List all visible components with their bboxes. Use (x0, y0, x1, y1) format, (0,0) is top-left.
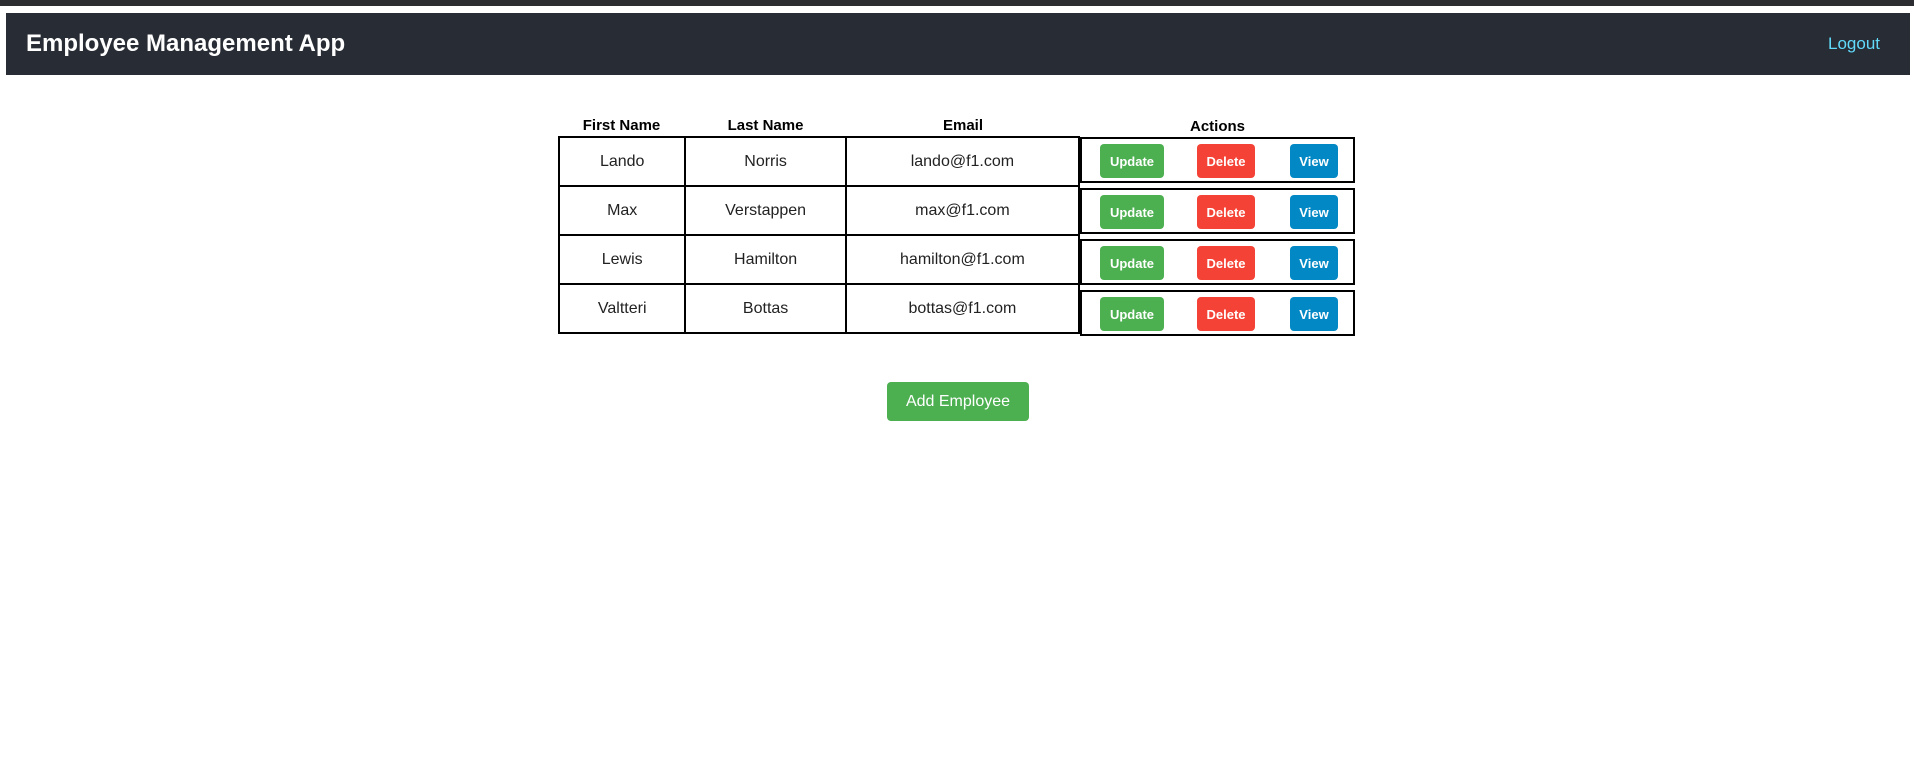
header-actions: Actions (1189, 118, 1245, 135)
table-row: Max Verstappen max@f1.com (557, 185, 1081, 236)
employee-table: Lando Norris lando@f1.com Max Verstappen… (557, 136, 1081, 334)
update-button[interactable]: Update (1100, 144, 1164, 178)
delete-button[interactable]: Delete (1197, 246, 1255, 280)
logout-link[interactable]: Logout (1828, 34, 1880, 54)
cell-email: max@f1.com (844, 185, 1081, 236)
table-row: Valtteri Bottas bottas@f1.com (557, 283, 1081, 334)
cell-email: hamilton@f1.com (844, 234, 1081, 285)
delete-button[interactable]: Delete (1197, 195, 1255, 229)
add-employee-button[interactable]: Add Employee (887, 382, 1029, 421)
cell-first-name: Max (557, 185, 687, 236)
view-button[interactable]: View (1290, 144, 1338, 178)
view-button[interactable]: View (1290, 246, 1338, 280)
table-row: Lando Norris lando@f1.com (557, 136, 1081, 187)
cell-last-name: Norris (684, 136, 847, 187)
actions-cell: Update Delete View (1080, 239, 1355, 285)
cell-last-name: Hamilton (684, 234, 847, 285)
update-button[interactable]: Update (1100, 246, 1164, 280)
view-button[interactable]: View (1290, 195, 1338, 229)
navbar: Employee Management App Logout (6, 13, 1910, 75)
cell-email: bottas@f1.com (844, 283, 1081, 334)
header-last-name: Last Name (727, 117, 804, 134)
actions-cell: Update Delete View (1080, 188, 1355, 234)
update-button[interactable]: Update (1100, 297, 1164, 331)
header-email: Email (942, 117, 984, 134)
cell-email: lando@f1.com (844, 136, 1081, 187)
actions-cell: Update Delete View (1080, 290, 1355, 336)
header-first-name: First Name (582, 117, 661, 134)
top-strip (0, 0, 1914, 6)
actions-cell: Update Delete View (1080, 137, 1355, 183)
delete-button[interactable]: Delete (1197, 144, 1255, 178)
cell-last-name: Verstappen (684, 185, 847, 236)
cell-first-name: Valtteri (557, 283, 687, 334)
delete-button[interactable]: Delete (1197, 297, 1255, 331)
cell-first-name: Lewis (557, 234, 687, 285)
cell-last-name: Bottas (684, 283, 847, 334)
update-button[interactable]: Update (1100, 195, 1164, 229)
view-button[interactable]: View (1290, 297, 1338, 331)
table-row: Lewis Hamilton hamilton@f1.com (557, 234, 1081, 285)
app-title: Employee Management App (26, 30, 346, 57)
cell-first-name: Lando (557, 136, 687, 187)
